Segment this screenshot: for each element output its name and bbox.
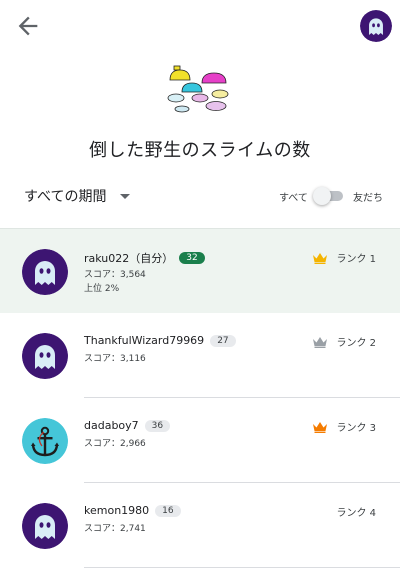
avatar <box>22 418 68 464</box>
toggle-thumb <box>313 187 331 205</box>
leaderboard-row[interactable]: raku022（自分） 32 スコア：3,564 上位 2% ランク 1 <box>0 228 400 313</box>
player-name-line: raku022（自分） 32 <box>84 250 205 266</box>
player-name: raku022（自分） <box>84 252 174 265</box>
leaderboard-row[interactable]: ThankfulWizard79969 27 スコア：3,116 ランク 2 <box>0 313 400 398</box>
player-score: スコア：2,741 <box>84 524 146 534</box>
profile-avatar[interactable] <box>360 10 392 42</box>
avatar <box>22 333 68 379</box>
player-score: スコア：3,116 <box>84 354 146 364</box>
ghost-icon <box>22 249 68 295</box>
player-name: dadaboy7 <box>84 419 139 432</box>
player-name-line: dadaboy7 36 <box>84 419 171 432</box>
slime-illustration <box>164 64 240 114</box>
gold-crown-icon <box>313 252 328 264</box>
leaderboard-list: raku022（自分） 32 スコア：3,564 上位 2% ランク 1 Tha… <box>0 228 400 568</box>
player-name: kemon1980 <box>84 504 150 517</box>
player-score: スコア：2,966 <box>84 439 146 449</box>
level-badge: 27 <box>210 334 236 347</box>
player-percentile: 上位 2% <box>84 284 120 294</box>
player-name-line: kemon1980 16 <box>84 504 181 517</box>
rank: ランク 4 <box>328 504 376 519</box>
level-badge: 32 <box>179 252 205 264</box>
top-bar <box>0 0 400 56</box>
bronze-crown-icon <box>313 421 328 433</box>
filter-row: すべての期間 すべて 友だち <box>0 182 400 210</box>
page-title: 倒した野生のスライムの数 <box>89 140 311 161</box>
toggle-all-label: すべて <box>279 193 308 204</box>
leaderboard-row[interactable]: kemon1980 16 スコア：2,741 ランク 4 <box>0 483 400 568</box>
ghost-icon <box>360 10 392 42</box>
rank: ランク 2 <box>312 334 376 349</box>
rank-label: ランク 1 <box>336 254 376 265</box>
rank-label: ランク 3 <box>336 423 376 434</box>
leaderboard-row[interactable]: dadaboy7 36 スコア：2,966 ランク 3 <box>0 398 400 483</box>
level-badge: 36 <box>144 419 171 432</box>
friends-toggle[interactable] <box>313 187 345 205</box>
player-score: スコア：3,564 <box>84 270 146 280</box>
period-dropdown[interactable]: すべての期間 <box>24 184 131 208</box>
avatar <box>22 249 68 295</box>
row-divider <box>84 567 400 568</box>
period-label: すべての期間 <box>24 189 107 205</box>
rank-label: ランク 4 <box>336 508 376 519</box>
rank: ランク 1 <box>312 250 376 265</box>
player-name-line: ThankfulWizard79969 27 <box>84 334 236 347</box>
rank: ランク 3 <box>312 419 376 434</box>
back-arrow-icon <box>18 16 38 36</box>
ghost-icon <box>22 503 68 549</box>
caret-down-icon <box>120 193 131 199</box>
avatar <box>22 503 68 549</box>
anchor-icon <box>22 418 68 464</box>
back-button[interactable] <box>14 12 42 40</box>
silver-crown-icon <box>313 336 328 348</box>
toggle-friends-label: 友だち <box>353 193 383 204</box>
rank-label: ランク 2 <box>336 338 376 349</box>
ghost-icon <box>22 333 68 379</box>
level-badge: 16 <box>155 504 181 517</box>
player-name: ThankfulWizard79969 <box>84 334 205 347</box>
